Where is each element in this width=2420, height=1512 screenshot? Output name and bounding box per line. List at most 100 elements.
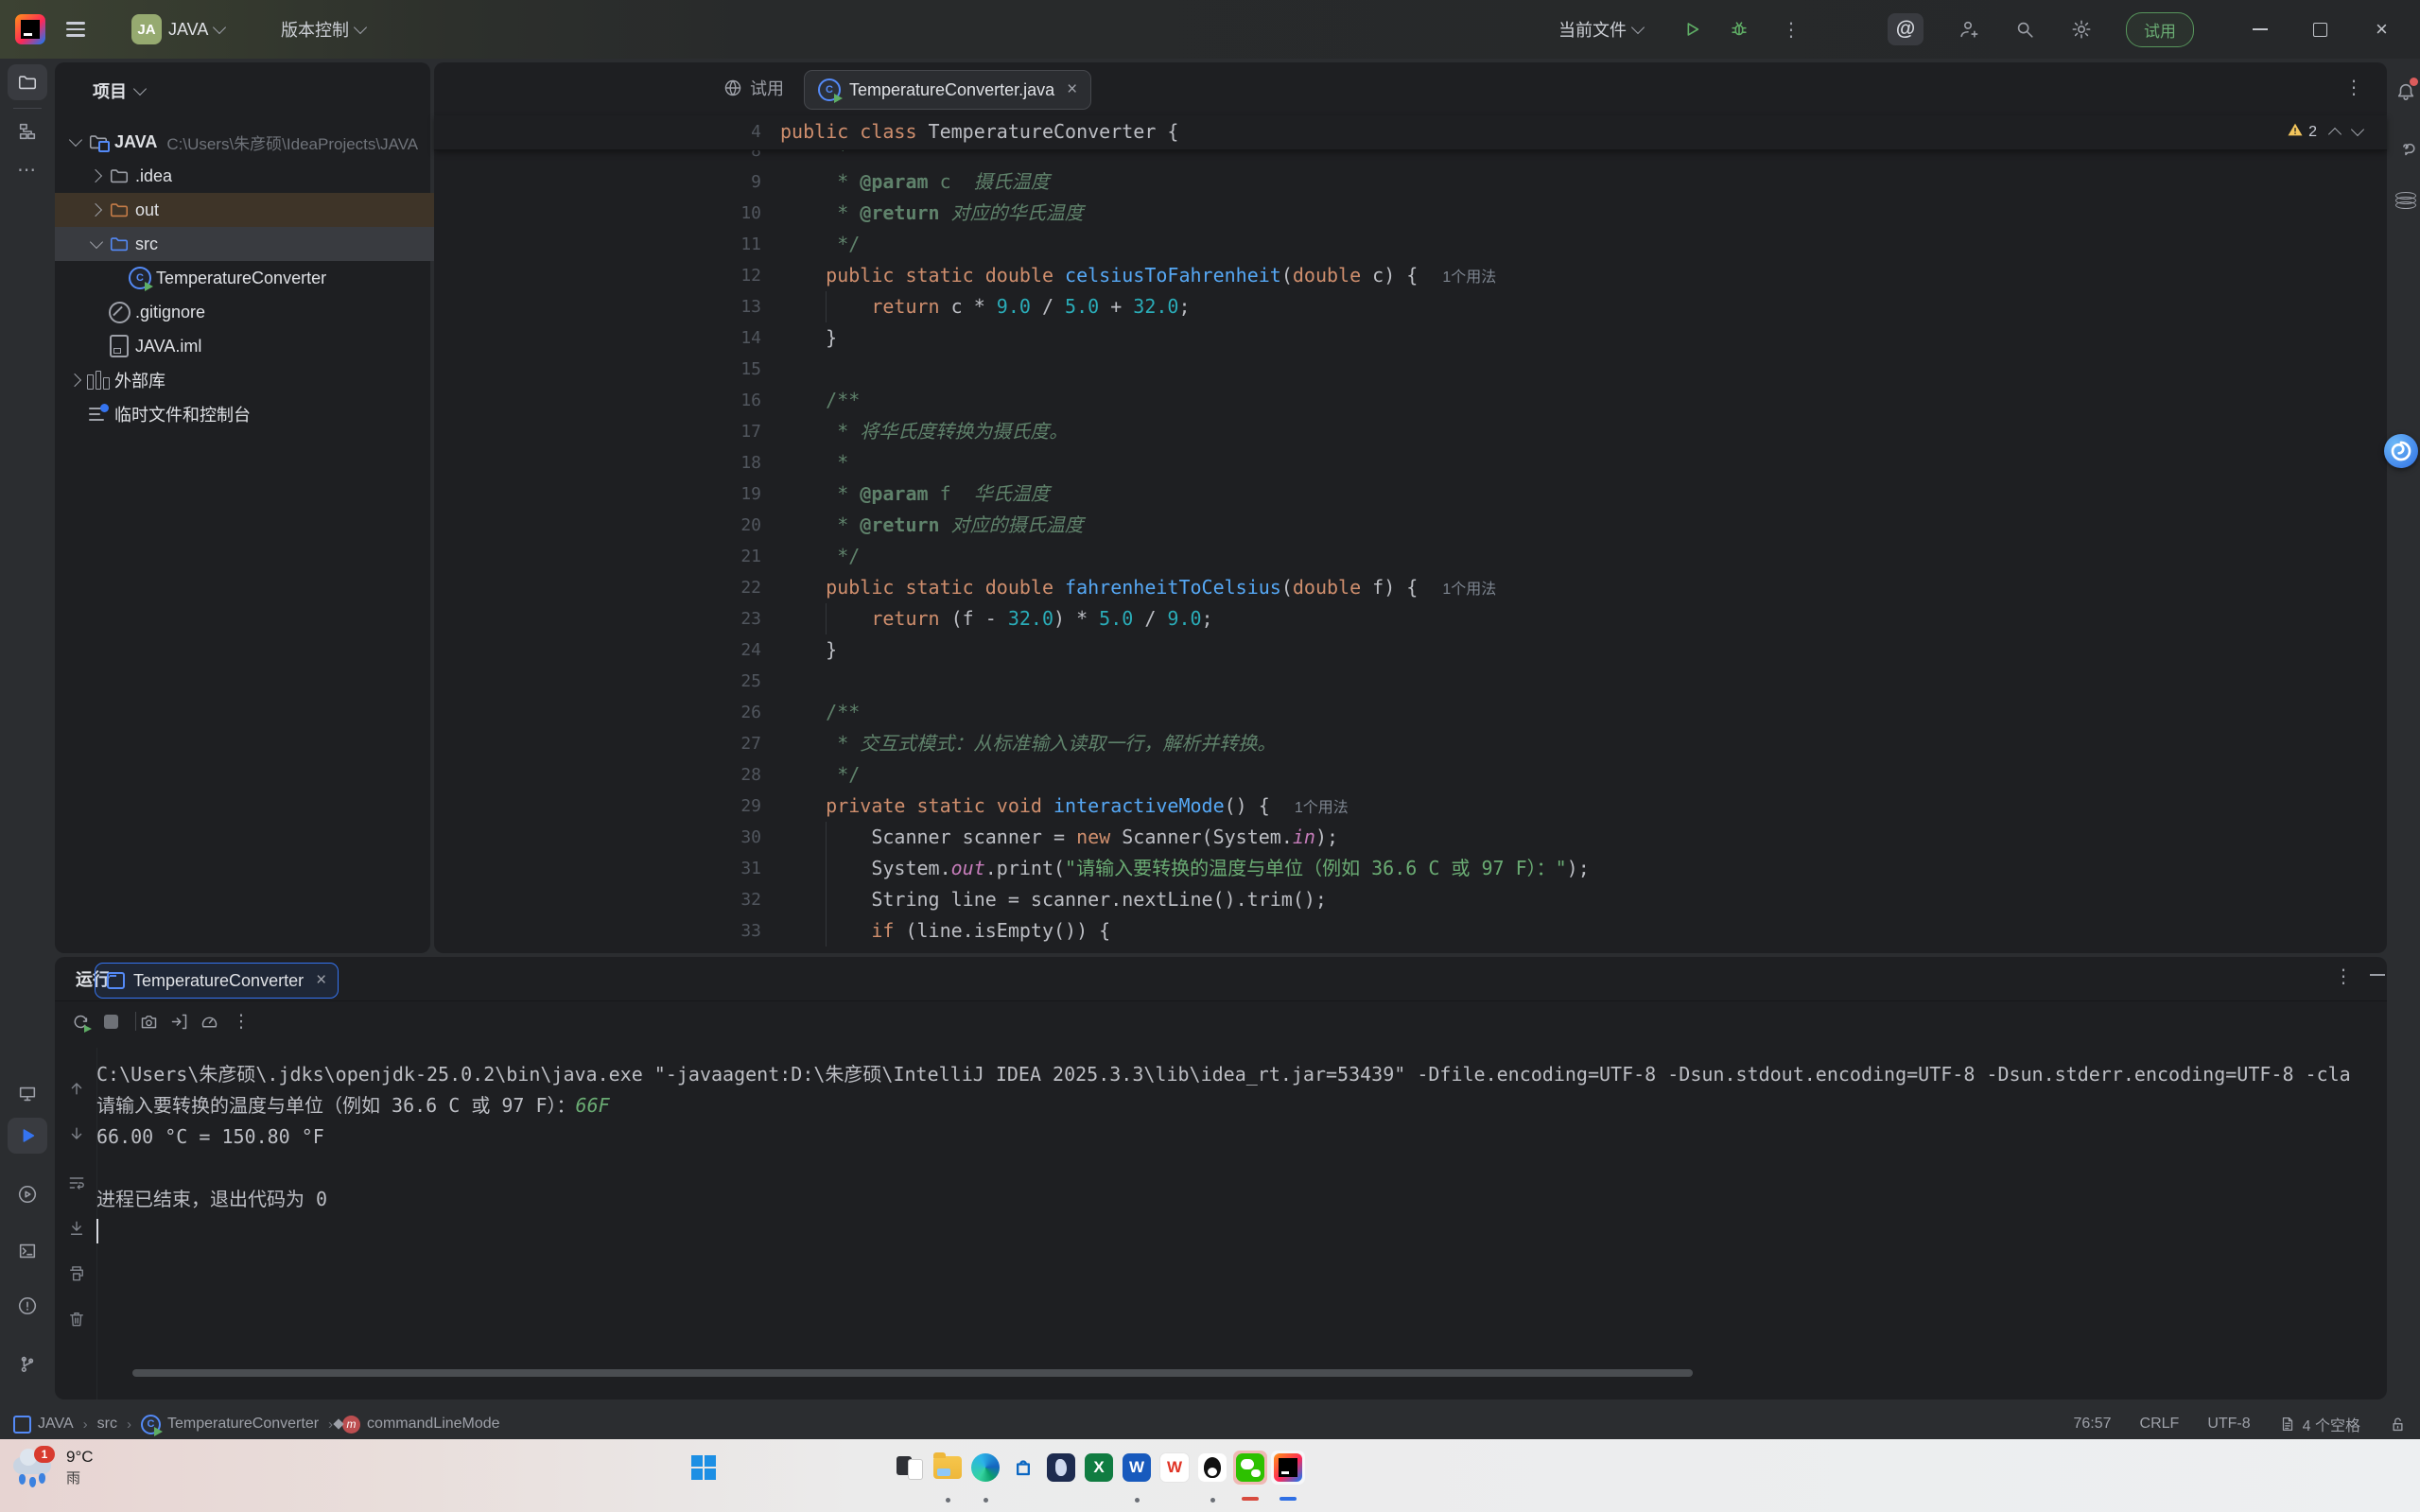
prev-warning-icon[interactable] <box>2328 127 2342 140</box>
tool-window-version-control-button[interactable] <box>8 1345 47 1381</box>
line-number[interactable]: 13 <box>689 291 761 322</box>
unlock-icon[interactable] <box>2389 1416 2407 1434</box>
tool-window-project-button[interactable] <box>8 64 47 100</box>
line-number[interactable]: 26 <box>689 697 761 728</box>
tab-options-button[interactable]: ⋮ <box>2344 76 2363 99</box>
main-menu-button[interactable] <box>66 0 85 59</box>
code-line-27[interactable]: 27 * 交互式模式：从标准输入读取一行，解析并转换。 <box>434 728 2387 759</box>
sticky-line[interactable]: 4public class TemperatureConverter { <box>434 115 2387 150</box>
tree-item-java[interactable]: JAVAC:\Users\朱彦硕\IdeaProjects\JAVA <box>55 125 442 159</box>
taskbar-app-excel[interactable]: X <box>1082 1451 1116 1485</box>
code-line-16[interactable]: 16 /** <box>434 385 2387 416</box>
tool-window-notifications-button[interactable] <box>2392 78 2420 106</box>
line-number[interactable]: 22 <box>689 572 761 603</box>
chevron-right-icon[interactable] <box>66 375 85 385</box>
code-line-31[interactable]: 31 System.out.print("请输入要转换的温度与单位（例如 36.… <box>434 853 2387 884</box>
tool-window-database-button[interactable] <box>2392 187 2420 216</box>
tool-window-structure-button[interactable] <box>8 113 47 149</box>
usages-inlay-hint[interactable]: 1个用法 <box>1442 269 1496 286</box>
line-number[interactable]: 14 <box>689 322 761 354</box>
code-line-26[interactable]: 26 /** <box>434 697 2387 728</box>
code-line-32[interactable]: 32 String line = scanner.nextLine().trim… <box>434 884 2387 915</box>
line-ending[interactable]: CRLF <box>2140 1416 2180 1433</box>
line-number[interactable]: 20 <box>689 510 761 541</box>
code-with-me-button[interactable] <box>1958 0 1978 59</box>
tree-item-[interactable]: 临时文件和控制台 <box>55 397 442 431</box>
taskbar-app-qq[interactable] <box>1195 1451 1229 1485</box>
stripe-more-button[interactable]: ⋯ <box>8 151 47 187</box>
caret-position[interactable]: 76:57 <box>2073 1416 2111 1433</box>
code-line-15[interactable]: 15 <box>434 354 2387 385</box>
breadcrumb-item-temperatureconverter[interactable]: CTemperatureConverter <box>141 1415 319 1434</box>
code-line-17[interactable]: 17 * 将华氏度转换为摄氏度。 <box>434 416 2387 447</box>
line-number[interactable]: 10 <box>689 198 761 229</box>
breadcrumb-item-src[interactable]: src <box>97 1416 117 1433</box>
code-line-24[interactable]: 24 } <box>434 634 2387 666</box>
scroll-down-button[interactable] <box>64 1121 89 1146</box>
vcs-widget[interactable]: 版本控制 <box>281 0 365 59</box>
code-line-14[interactable]: 14 } <box>434 322 2387 354</box>
code-line-8[interactable]: 8 * <box>434 149 2387 166</box>
horizontal-scrollbar[interactable] <box>132 1369 1693 1377</box>
usages-inlay-hint[interactable]: 1个用法 <box>1295 800 1349 816</box>
breadcrumb-item-commandlinemode[interactable]: mcommandLineMode <box>342 1416 500 1434</box>
tree-item-temperatureconverter[interactable]: CTemperatureConverter <box>55 261 483 295</box>
run-tab-active[interactable]: TemperatureConverter × <box>95 963 339 999</box>
clear-all-button[interactable] <box>64 1307 89 1331</box>
settings-button[interactable] <box>2071 0 2092 59</box>
taskbar-app-task-view[interactable] <box>893 1451 927 1485</box>
line-number[interactable]: 21 <box>689 541 761 572</box>
tool-window-commit-button[interactable] <box>8 1076 47 1112</box>
line-number[interactable]: 17 <box>689 416 761 447</box>
tool-window-ai-assistant-button[interactable] <box>2392 134 2420 163</box>
code-line-30[interactable]: 30 Scanner scanner = new Scanner(System.… <box>434 822 2387 853</box>
line-number[interactable]: 11 <box>689 229 761 260</box>
code-line-18[interactable]: 18 * <box>434 447 2387 478</box>
editor-tab-active[interactable]: C TemperatureConverter.java × <box>804 70 1091 110</box>
trial-tab[interactable]: 试用 <box>723 76 784 100</box>
chevron-down-icon[interactable] <box>87 241 106 247</box>
tree-item-out[interactable]: out <box>55 193 462 227</box>
line-number[interactable]: 18 <box>689 447 761 478</box>
attach-console-button[interactable] <box>166 1009 191 1034</box>
line-number[interactable]: 27 <box>689 728 761 759</box>
print-button[interactable] <box>64 1261 89 1286</box>
tool-window-terminal-button[interactable] <box>8 1233 47 1269</box>
line-number[interactable]: 32 <box>689 884 761 915</box>
tree-item-.idea[interactable]: .idea <box>55 159 462 193</box>
line-number[interactable]: 16 <box>689 385 761 416</box>
profiler-button[interactable] <box>197 1009 221 1034</box>
tree-item-src[interactable]: src <box>55 227 462 261</box>
taskbar-app-word[interactable]: W <box>1120 1451 1154 1485</box>
code-line-22[interactable]: 22 public static double fahrenheitToCels… <box>434 572 2387 603</box>
taskbar-app-wechat[interactable] <box>1233 1451 1267 1485</box>
taskbar-app-navy-app[interactable] <box>1044 1451 1078 1485</box>
run-configuration-selector[interactable]: 当前文件 <box>1558 0 1643 59</box>
weather-widget[interactable]: 1 9°C 雨 <box>13 1447 94 1489</box>
line-number[interactable]: 15 <box>689 354 761 385</box>
code-line-21[interactable]: 21 */ <box>434 541 2387 572</box>
line-number[interactable]: 19 <box>689 478 761 510</box>
taskbar-app-idea[interactable] <box>1271 1451 1305 1485</box>
line-number[interactable]: 30 <box>689 822 761 853</box>
line-number[interactable]: 24 <box>689 634 761 666</box>
search-everywhere-button[interactable] <box>2014 0 2035 59</box>
thread-dump-button[interactable] <box>136 1009 161 1034</box>
code-line-13[interactable]: 13 return c * 9.0 / 5.0 + 32.0; <box>434 291 2387 322</box>
line-number[interactable]: 25 <box>689 666 761 697</box>
line-number[interactable]: 23 <box>689 603 761 634</box>
code-line-28[interactable]: 28 */ <box>434 759 2387 791</box>
soft-wrap-button[interactable] <box>64 1171 89 1195</box>
inspection-widget[interactable]: 2 <box>2287 121 2362 143</box>
ai-floating-button[interactable] <box>2384 434 2418 468</box>
line-number[interactable]: 9 <box>689 166 761 198</box>
scroll-up-button[interactable] <box>64 1076 89 1101</box>
line-number[interactable]: 8 <box>689 149 761 166</box>
tool-window-problems-button[interactable] <box>8 1288 47 1324</box>
chevron-right-icon[interactable] <box>87 171 106 181</box>
tool-window-services-button[interactable] <box>8 1176 47 1212</box>
line-number[interactable]: 28 <box>689 759 761 791</box>
line-number[interactable]: 33 <box>689 915 761 947</box>
tree-item-[interactable]: 外部库 <box>55 363 442 397</box>
chevron-down-icon[interactable] <box>66 139 85 145</box>
